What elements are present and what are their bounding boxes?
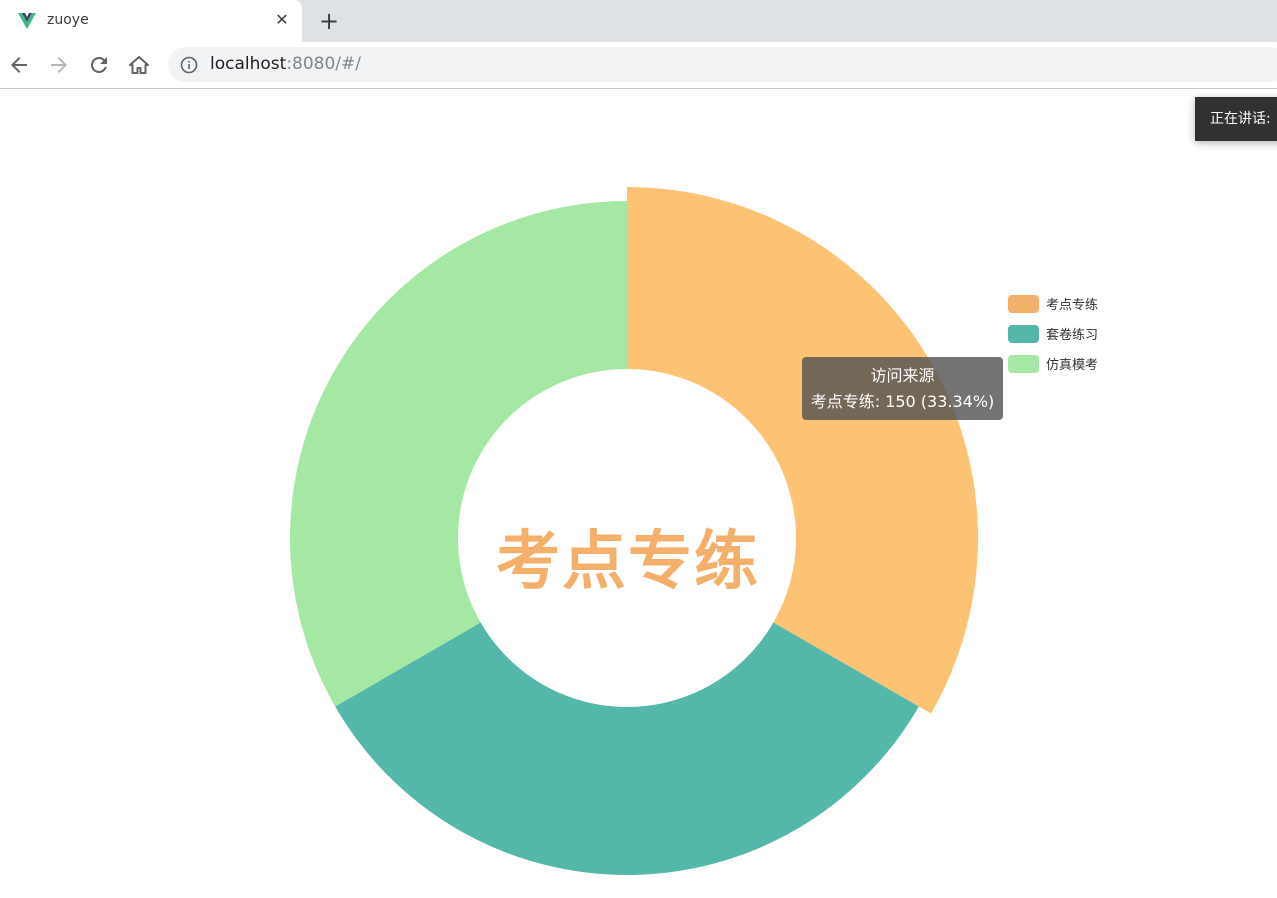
chart-tooltip: 访问来源 考点专练: 150 (33.34%) bbox=[802, 357, 1003, 420]
donut-chart-svg bbox=[290, 187, 978, 876]
new-tab-icon[interactable]: + bbox=[317, 9, 341, 33]
donut-slice-3[interactable] bbox=[290, 201, 627, 707]
info-icon[interactable] bbox=[180, 56, 198, 74]
tab-title: zuoye bbox=[47, 12, 89, 28]
home-icon[interactable] bbox=[127, 53, 151, 77]
legend-swatch bbox=[1008, 355, 1039, 373]
browser-tab[interactable]: zuoye ✕ bbox=[0, 0, 302, 42]
back-icon[interactable] bbox=[7, 53, 31, 77]
donut-slice-2[interactable] bbox=[335, 622, 919, 876]
tab-close-icon[interactable]: ✕ bbox=[272, 10, 292, 30]
legend-label: 仿真模考 bbox=[1046, 358, 1099, 373]
browser-toolbar: localhost:8080/#/ bbox=[0, 42, 1277, 89]
tooltip-title: 访问来源 bbox=[870, 366, 935, 385]
chart-center-label: 考点专练 bbox=[496, 525, 760, 599]
browser-tab-strip: zuoye ✕ + bbox=[0, 0, 1277, 42]
donut-slice-1[interactable] bbox=[627, 187, 978, 714]
legend-label: 考点专练 bbox=[1046, 298, 1099, 313]
tooltip-value: 考点专练: 150 (33.34%) bbox=[810, 392, 995, 411]
forward-icon[interactable] bbox=[47, 53, 71, 77]
legend-swatch bbox=[1008, 325, 1039, 343]
vue-logo-icon bbox=[18, 13, 36, 29]
url-text: localhost:8080/#/ bbox=[210, 54, 362, 74]
donut-chart bbox=[0, 89, 1277, 898]
legend-label: 套卷练习 bbox=[1046, 328, 1099, 343]
legend-swatch bbox=[1008, 295, 1039, 313]
reload-icon[interactable] bbox=[87, 53, 111, 77]
address-bar[interactable]: localhost:8080/#/ bbox=[168, 47, 1277, 82]
